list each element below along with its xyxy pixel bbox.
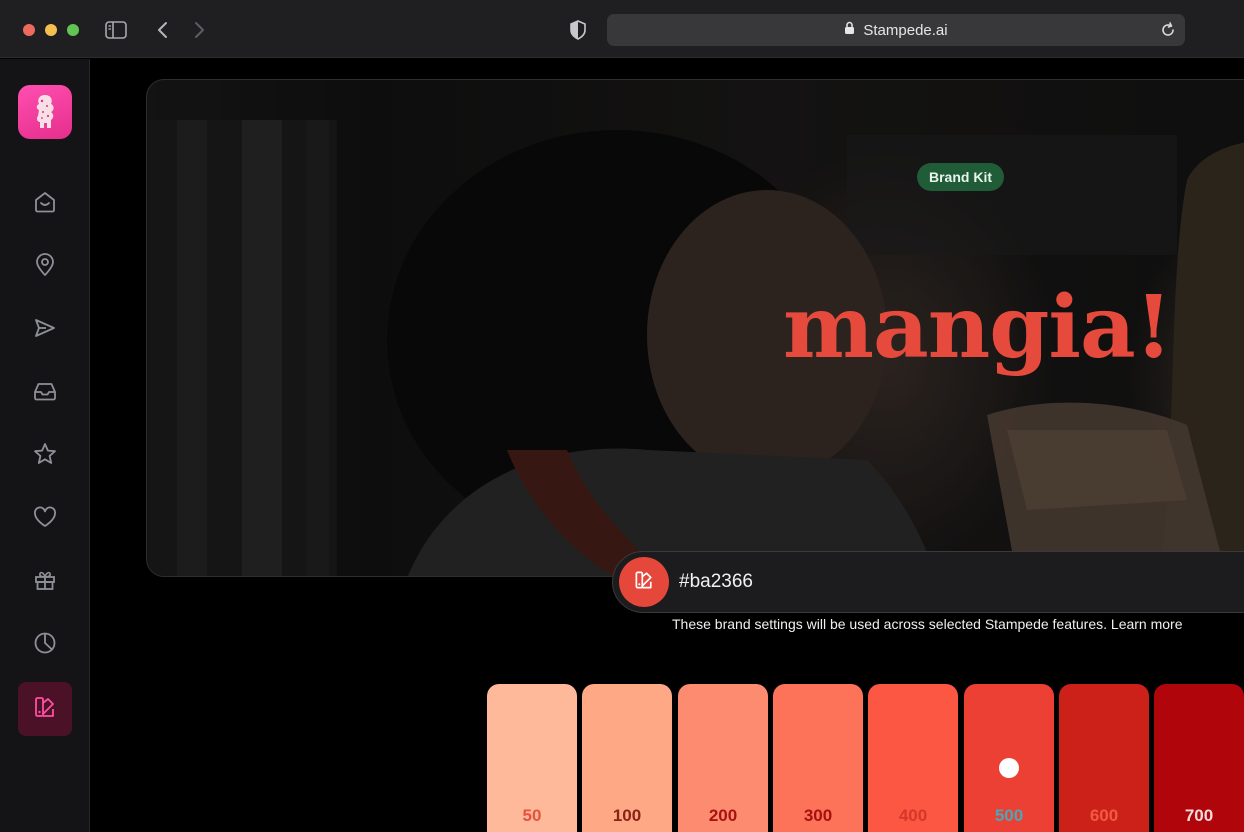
window-minimize-button[interactable] bbox=[45, 24, 57, 36]
brand-color-input[interactable]: #ba2366 bbox=[612, 551, 1244, 613]
palette-swatch-500[interactable]: 500 bbox=[964, 684, 1054, 832]
sidebar-item-reviews[interactable] bbox=[18, 429, 72, 483]
brand-hero-image: Brand Kit mangia! bbox=[146, 79, 1244, 577]
palette-swatch-label: 100 bbox=[612, 806, 642, 825]
palette-swatch-700[interactable]: 700 bbox=[1154, 684, 1244, 832]
stampede-logo[interactable] bbox=[18, 85, 72, 139]
send-icon bbox=[32, 315, 58, 346]
palette-swatch-100[interactable]: 100 bbox=[582, 684, 672, 832]
selected-swatch-indicator bbox=[999, 758, 1019, 778]
sidebar-item-inbox[interactable] bbox=[18, 366, 72, 420]
home-icon bbox=[32, 189, 58, 220]
pie-chart-icon bbox=[32, 630, 58, 661]
window-close-button[interactable] bbox=[23, 24, 35, 36]
palette-swatch-label: 300 bbox=[803, 806, 833, 825]
reload-icon[interactable] bbox=[1159, 21, 1177, 39]
palette-swatch-label: 400 bbox=[898, 806, 928, 825]
inbox-icon bbox=[32, 378, 58, 409]
palette-swatch-50[interactable]: 50 bbox=[487, 684, 577, 832]
gift-icon bbox=[32, 567, 58, 598]
address-bar[interactable]: Stampede.ai bbox=[607, 14, 1185, 46]
sidebar-toggle-icon[interactable] bbox=[103, 17, 129, 43]
back-arrow-icon[interactable] bbox=[150, 17, 176, 43]
color-swatch-button[interactable] bbox=[619, 557, 669, 607]
palette-swatch-label: 500 bbox=[994, 806, 1024, 825]
brand-settings-helper-text: These brand settings will be used across… bbox=[672, 616, 1183, 632]
window-maximize-button[interactable] bbox=[67, 24, 79, 36]
address-url: Stampede.ai bbox=[863, 21, 948, 39]
palette-swatch-600[interactable]: 600 bbox=[1059, 684, 1149, 832]
sidebar-item-home[interactable] bbox=[18, 177, 72, 231]
palette-swatch-200[interactable]: 200 bbox=[678, 684, 768, 832]
sidebar-item-gifting[interactable] bbox=[18, 555, 72, 609]
sidebar-item-analytics[interactable] bbox=[18, 618, 72, 672]
heart-icon bbox=[32, 504, 58, 535]
sidebar-item-loyalty[interactable] bbox=[18, 492, 72, 546]
brand-kit-icon bbox=[32, 694, 58, 725]
brand-wordmark: mangia! bbox=[783, 277, 1173, 378]
sidebar-item-campaigns[interactable] bbox=[18, 303, 72, 357]
brand-kit-badge: Brand Kit bbox=[917, 163, 1004, 191]
palette-swatch-label: 200 bbox=[708, 806, 738, 825]
privacy-shield-icon[interactable] bbox=[565, 17, 591, 43]
browser-titlebar: Stampede.ai bbox=[0, 0, 1244, 58]
hex-color-value[interactable]: #ba2366 bbox=[679, 571, 753, 593]
palette-swatch-label: 600 bbox=[1089, 806, 1119, 825]
palette-swatch-label: 700 bbox=[1184, 806, 1214, 825]
location-pin-icon bbox=[32, 252, 58, 283]
sidebar-item-locations[interactable] bbox=[18, 240, 72, 294]
lock-icon bbox=[844, 21, 855, 39]
brand-kit-icon bbox=[633, 569, 655, 596]
palette-swatch-300[interactable]: 300 bbox=[773, 684, 863, 832]
star-icon bbox=[32, 441, 58, 472]
palette-swatch-label: 50 bbox=[522, 806, 542, 825]
app-sidebar bbox=[0, 59, 90, 832]
sidebar-item-brand-kit[interactable] bbox=[18, 682, 72, 736]
palette-swatch-400[interactable]: 400 bbox=[868, 684, 958, 832]
forward-arrow-icon[interactable] bbox=[186, 17, 212, 43]
